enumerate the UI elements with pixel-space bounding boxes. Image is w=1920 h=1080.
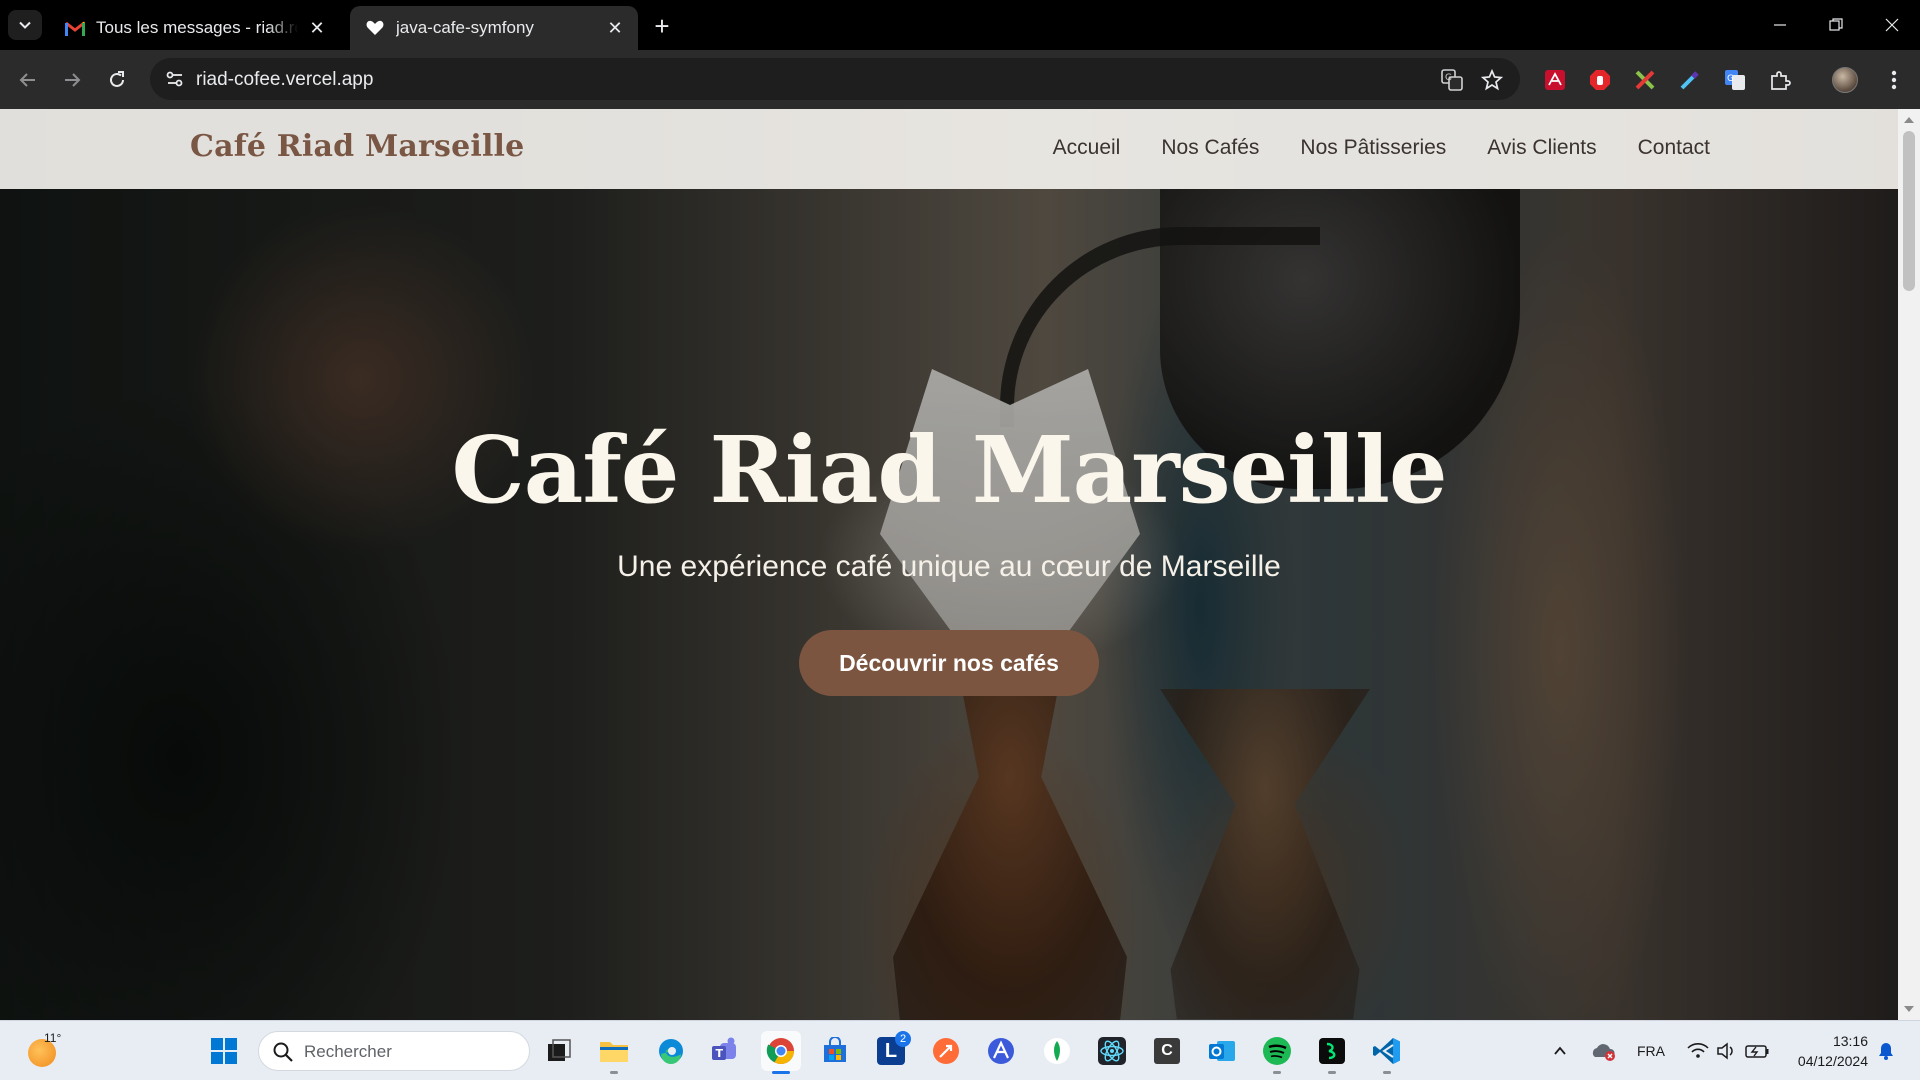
window-controls	[1752, 0, 1920, 50]
adblock-extension-icon[interactable]	[1586, 66, 1614, 94]
spotify-icon[interactable]	[1257, 1031, 1297, 1074]
running-indicator	[1383, 1071, 1391, 1074]
weather-temperature: 11°	[44, 1031, 62, 1045]
c-app-icon[interactable]: C	[1147, 1031, 1187, 1071]
reload-button[interactable]	[101, 64, 133, 96]
search-icon	[273, 1042, 293, 1062]
taskbar-clock[interactable]: 13:16 04/12/2024	[1798, 1031, 1868, 1071]
profile-avatar-icon[interactable]	[1831, 66, 1859, 94]
page-scrollbar[interactable]	[1898, 109, 1920, 1020]
edge-icon[interactable]	[651, 1031, 691, 1071]
arrow-right-icon	[65, 73, 81, 87]
reload-icon	[110, 71, 124, 87]
react-devtools-icon[interactable]	[1092, 1031, 1132, 1071]
browser-tab-bar: Tous les messages - riad.reda.fe ✕ java-…	[0, 0, 1920, 50]
address-bar[interactable]: riad-cofee.vercel.app G	[150, 58, 1520, 100]
arc-app-icon[interactable]	[981, 1031, 1021, 1071]
scroll-down-arrow-icon[interactable]	[1904, 1006, 1914, 1012]
translate-icon[interactable]: G	[1440, 68, 1464, 92]
tab-search-button[interactable]	[8, 10, 42, 40]
svg-text:G: G	[1727, 74, 1734, 84]
scroll-up-arrow-icon[interactable]	[1904, 117, 1914, 123]
site-nav: Accueil Nos Cafés Nos Pâtisseries Avis C…	[1053, 136, 1710, 160]
file-explorer-icon[interactable]	[594, 1031, 634, 1074]
running-indicator	[1328, 1071, 1336, 1074]
windows-taskbar: 11° Rechercher T L 2 C FRA 13:16 04/12/2…	[0, 1020, 1920, 1080]
hero-title: Café Riad Marseille	[451, 416, 1448, 524]
start-button[interactable]	[204, 1031, 244, 1071]
notification-bell-icon[interactable]	[1868, 1031, 1904, 1071]
vscode-icon[interactable]	[1367, 1031, 1407, 1074]
active-app-indicator	[772, 1071, 790, 1074]
restore-icon[interactable]	[1808, 0, 1864, 50]
git-app-icon[interactable]	[1312, 1031, 1352, 1074]
mongodb-compass-icon[interactable]	[1037, 1031, 1077, 1071]
page-viewport: Café Riad Marseille Accueil Nos Cafés No…	[0, 109, 1898, 1020]
browser-toolbar: riad-cofee.vercel.app G G	[0, 50, 1920, 109]
teams-icon[interactable]: T	[705, 1031, 745, 1071]
running-indicator	[610, 1071, 618, 1074]
arrow-left-icon	[19, 73, 35, 87]
google-translate-extension-icon[interactable]: G	[1721, 66, 1749, 94]
acrobat-extension-icon[interactable]	[1541, 66, 1569, 94]
weather-widget[interactable]: 11°	[26, 1031, 62, 1069]
clock-time: 13:16	[1832, 1033, 1868, 1049]
close-tab-icon[interactable]: ✕	[306, 17, 328, 39]
color-picker-extension-icon[interactable]	[1676, 66, 1704, 94]
postman-icon[interactable]	[926, 1031, 966, 1071]
url-text: riad-cofee.vercel.app	[196, 69, 374, 90]
site-info-icon[interactable]	[164, 68, 186, 90]
onedrive-error-icon[interactable]	[1585, 1031, 1621, 1071]
clock-date: 04/12/2024	[1797, 1053, 1868, 1069]
volume-icon	[1717, 1042, 1733, 1060]
new-tab-button[interactable]: +	[648, 11, 676, 41]
hero-subtitle: Une expérience café unique au cœur de Ma…	[617, 550, 1281, 583]
svg-text:T: T	[716, 1047, 724, 1060]
battery-icon	[1745, 1045, 1769, 1058]
close-window-icon[interactable]	[1864, 0, 1920, 50]
extensions-puzzle-icon[interactable]	[1766, 66, 1794, 94]
show-hidden-icons-icon[interactable]	[1542, 1031, 1578, 1071]
minimize-icon[interactable]	[1752, 0, 1808, 50]
discover-coffees-button[interactable]: Découvrir nos cafés	[799, 630, 1099, 696]
search-placeholder: Rechercher	[304, 1042, 392, 1061]
taskbar-search[interactable]: Rechercher	[258, 1031, 530, 1071]
gmail-icon	[64, 17, 86, 39]
close-tab-icon[interactable]: ✕	[604, 17, 626, 39]
input-language[interactable]: FRA	[1628, 1031, 1674, 1071]
nav-link-accueil[interactable]: Accueil	[1053, 136, 1121, 160]
site-logo[interactable]: Café Riad Marseille	[190, 129, 524, 164]
tab-title: java-cafe-symfony	[396, 18, 534, 37]
windows-logo-icon	[211, 1038, 237, 1064]
chevron-down-icon	[19, 21, 31, 29]
l-app-icon[interactable]: L 2	[871, 1031, 911, 1071]
tab-gmail[interactable]: Tous les messages - riad.reda.fe ✕	[50, 6, 340, 50]
svg-text:G: G	[1445, 73, 1452, 83]
tab-title: Tous les messages - riad.reda.fe	[96, 18, 298, 37]
hero-section: Café Riad Marseille Une expérience café …	[0, 424, 1898, 696]
nav-link-avis-clients[interactable]: Avis Clients	[1487, 136, 1596, 160]
back-button[interactable]	[12, 64, 44, 96]
chrome-icon[interactable]	[761, 1031, 801, 1074]
network-volume-battery[interactable]	[1681, 1031, 1781, 1071]
task-view-icon[interactable]	[539, 1031, 579, 1071]
nav-link-nos-patisseries[interactable]: Nos Pâtisseries	[1300, 136, 1446, 160]
tools-extension-icon[interactable]	[1631, 66, 1659, 94]
heart-icon	[364, 17, 386, 39]
notification-badge: 2	[895, 1031, 911, 1047]
forward-button[interactable]	[56, 64, 88, 96]
nav-link-contact[interactable]: Contact	[1638, 136, 1710, 160]
nav-link-nos-cafes[interactable]: Nos Cafés	[1161, 136, 1259, 160]
outlook-icon[interactable]	[1202, 1031, 1242, 1071]
running-indicator	[1273, 1071, 1281, 1074]
tab-java-cafe-symfony[interactable]: java-cafe-symfony ✕	[350, 6, 638, 50]
site-header: Café Riad Marseille Accueil Nos Cafés No…	[0, 109, 1898, 189]
wifi-icon	[1687, 1043, 1709, 1058]
microsoft-store-icon[interactable]	[815, 1031, 855, 1071]
scrollbar-thumb[interactable]	[1903, 131, 1915, 291]
bookmark-star-icon[interactable]	[1480, 68, 1504, 92]
browser-menu-icon[interactable]	[1880, 66, 1908, 94]
